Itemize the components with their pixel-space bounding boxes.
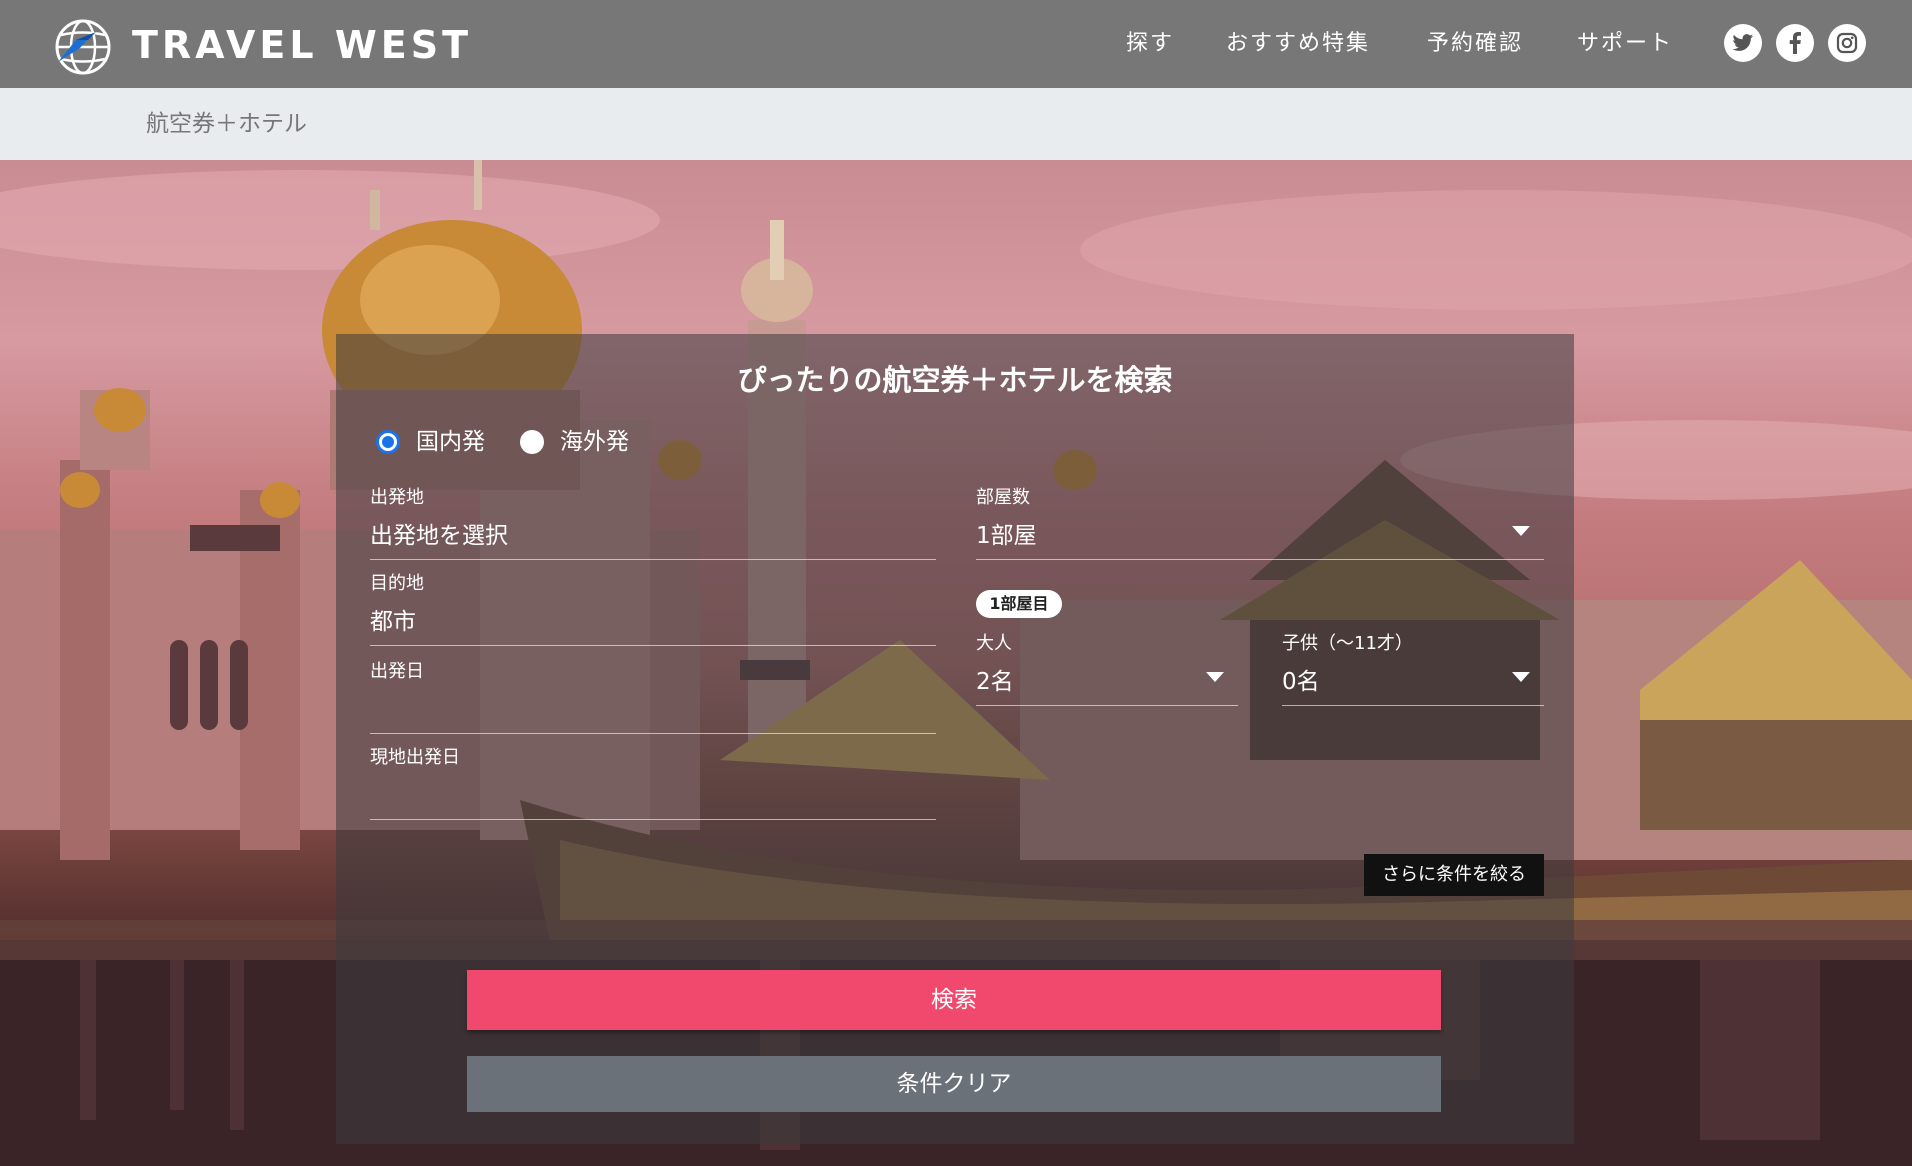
rooms-label: 部屋数 — [976, 487, 1030, 508]
adults-value[interactable]: 2名 — [976, 666, 1014, 698]
radio-overseas-label[interactable]: 海外発 — [560, 426, 629, 458]
children-chevron-down-icon[interactable] — [1512, 672, 1530, 682]
destination-underline — [370, 645, 936, 646]
destination-input[interactable]: 都市 — [370, 606, 416, 638]
adults-select[interactable]: 大人 2名 — [976, 632, 1238, 706]
adults-chevron-down-icon[interactable] — [1206, 672, 1224, 682]
search-button[interactable]: 検索 — [467, 970, 1441, 1030]
children-value[interactable]: 0名 — [1282, 666, 1320, 698]
origin-input[interactable]: 出発地を選択 — [370, 520, 508, 552]
nav-item-features[interactable]: おすすめ特集 — [1226, 24, 1370, 64]
breadcrumb: 航空券＋ホテル — [0, 88, 1912, 160]
departure-date-field[interactable]: 出発日 — [370, 660, 936, 734]
local-departure-date-underline — [370, 819, 936, 820]
radio-domestic-indicator[interactable] — [376, 430, 400, 454]
room-number-badge: 1部屋目 — [976, 590, 1062, 618]
globe-logo-icon[interactable] — [54, 18, 112, 76]
nav-item-reservation[interactable]: 予約確認 — [1427, 24, 1523, 64]
children-select[interactable]: 子供（〜11才） 0名 — [1282, 632, 1544, 706]
clear-conditions-button[interactable]: 条件クリア — [467, 1056, 1441, 1112]
rooms-value[interactable]: 1部屋 — [976, 520, 1037, 552]
local-departure-date-label: 現地出発日 — [370, 747, 460, 768]
breadcrumb-current[interactable]: 航空券＋ホテル — [146, 108, 307, 140]
twitter-icon[interactable] — [1724, 24, 1762, 62]
origin-underline — [370, 559, 936, 560]
rooms-chevron-down-icon[interactable] — [1512, 526, 1530, 536]
children-underline — [1282, 705, 1544, 706]
nav-item-support[interactable]: サポート — [1577, 24, 1673, 64]
adults-label: 大人 — [976, 633, 1012, 654]
children-label: 子供（〜11才） — [1282, 633, 1413, 654]
adults-underline — [976, 705, 1238, 706]
more-conditions-button[interactable]: さらに条件を絞る — [1364, 854, 1544, 896]
local-departure-date-field[interactable]: 現地出発日 — [370, 746, 936, 820]
departure-date-label: 出発日 — [370, 661, 424, 682]
radio-overseas-indicator[interactable] — [520, 430, 544, 454]
departure-date-underline — [370, 733, 936, 734]
nav-item-search[interactable]: 探す — [1126, 24, 1174, 64]
radio-overseas[interactable]: 海外発 — [520, 426, 629, 458]
rooms-underline — [976, 559, 1544, 560]
facebook-icon[interactable] — [1776, 24, 1814, 62]
instagram-icon[interactable] — [1828, 24, 1866, 62]
destination-field[interactable]: 目的地 都市 — [370, 572, 936, 646]
search-panel: ぴったりの航空券＋ホテルを検索 国内発 海外発 出発地 出発地を選択 目的地 都… — [336, 334, 1574, 1144]
site-header: TRAVEL WEST 探す おすすめ特集 予約確認 サポート — [0, 0, 1912, 88]
rooms-select[interactable]: 部屋数 1部屋 — [976, 486, 1544, 560]
search-panel-title: ぴったりの航空券＋ホテルを検索 — [737, 363, 1173, 397]
destination-label: 目的地 — [370, 573, 424, 594]
radio-domestic-label[interactable]: 国内発 — [416, 426, 485, 458]
origin-field[interactable]: 出発地 出発地を選択 — [370, 486, 936, 560]
radio-domestic[interactable]: 国内発 — [376, 426, 485, 458]
origin-label: 出発地 — [370, 487, 424, 508]
brand-name[interactable]: TRAVEL WEST — [132, 20, 472, 70]
